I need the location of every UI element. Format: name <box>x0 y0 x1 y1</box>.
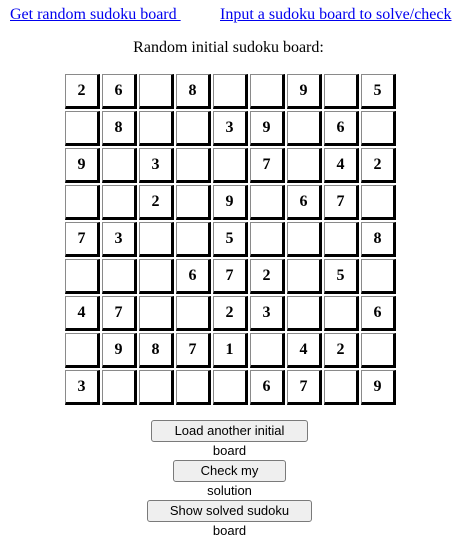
board-cell[interactable]: 3 <box>102 222 137 257</box>
board-cell[interactable] <box>361 333 396 368</box>
board-cell[interactable] <box>324 296 359 331</box>
board-cell[interactable]: 9 <box>65 148 100 183</box>
show-solved-board-button[interactable]: Show solved sudoku board <box>147 500 312 538</box>
board-cell[interactable] <box>139 74 174 109</box>
board-cell[interactable] <box>139 370 174 405</box>
board-cell[interactable]: 3 <box>139 148 174 183</box>
board-cell[interactable] <box>287 296 322 331</box>
board-cell[interactable] <box>176 370 211 405</box>
board-cell[interactable] <box>361 111 396 146</box>
board-cell[interactable]: 2 <box>250 259 285 294</box>
board-cell[interactable]: 8 <box>176 74 211 109</box>
board-cell[interactable] <box>250 333 285 368</box>
board-cell[interactable]: 7 <box>324 185 359 220</box>
board-cell[interactable] <box>65 259 100 294</box>
board-cell[interactable] <box>139 259 174 294</box>
board-cell[interactable] <box>176 222 211 257</box>
board-cell[interactable]: 6 <box>361 296 396 331</box>
check-solution-button[interactable]: Check my solution <box>173 460 286 498</box>
board-cell[interactable]: 9 <box>250 111 285 146</box>
board-cell[interactable]: 2 <box>213 296 248 331</box>
board-cell[interactable]: 4 <box>287 333 322 368</box>
board-cell[interactable]: 9 <box>361 370 396 405</box>
board-cell[interactable] <box>102 259 137 294</box>
board-cell[interactable]: 2 <box>324 333 359 368</box>
input-board-link[interactable]: Input a sudoku board to solve/check <box>220 5 452 24</box>
board-cell[interactable] <box>65 111 100 146</box>
board-caption: Random initial sudoku board: <box>133 39 324 56</box>
board-cell[interactable] <box>139 222 174 257</box>
board-cell[interactable]: 1 <box>213 333 248 368</box>
board-cell[interactable] <box>176 185 211 220</box>
board-row: 2 9 67 <box>65 185 396 220</box>
board-cell[interactable] <box>361 259 396 294</box>
board-cell[interactable] <box>213 370 248 405</box>
board-cell[interactable]: 6 <box>176 259 211 294</box>
board-cell[interactable] <box>139 296 174 331</box>
board-cell[interactable]: 3 <box>65 370 100 405</box>
board-row: 47 23 6 <box>65 296 396 331</box>
board-cell[interactable]: 6 <box>287 185 322 220</box>
board-row: 8 39 6 <box>65 111 396 146</box>
board-cell[interactable] <box>287 111 322 146</box>
board-cell[interactable] <box>65 333 100 368</box>
board-cell[interactable] <box>65 185 100 220</box>
board-cell[interactable]: 8 <box>361 222 396 257</box>
board-cell[interactable]: 5 <box>213 222 248 257</box>
board-cell[interactable]: 8 <box>139 333 174 368</box>
board-cell[interactable]: 2 <box>65 74 100 109</box>
board-cell[interactable] <box>250 74 285 109</box>
board-cell[interactable]: 7 <box>213 259 248 294</box>
board-cell[interactable]: 6 <box>250 370 285 405</box>
board-cell[interactable]: 2 <box>139 185 174 220</box>
board-row: 73 5 8 <box>65 222 396 257</box>
board-cell[interactable]: 7 <box>287 370 322 405</box>
load-another-board-button[interactable]: Load another initial board <box>151 420 308 458</box>
board-row: 9871 42 <box>65 333 396 368</box>
board-cell[interactable] <box>213 74 248 109</box>
board-cell[interactable]: 5 <box>361 74 396 109</box>
board-row: 9 3 7 42 <box>65 148 396 183</box>
board-cell[interactable]: 3 <box>213 111 248 146</box>
board-cell[interactable]: 6 <box>102 74 137 109</box>
board-cell[interactable]: 3 <box>250 296 285 331</box>
board-cell[interactable] <box>324 370 359 405</box>
board-cell[interactable] <box>324 222 359 257</box>
board-cell[interactable] <box>176 296 211 331</box>
board-cell[interactable]: 6 <box>324 111 359 146</box>
board-cell[interactable]: 4 <box>324 148 359 183</box>
board-cell[interactable]: 7 <box>250 148 285 183</box>
board-row: 26 8 9 5 <box>65 74 396 109</box>
board-cell[interactable] <box>176 148 211 183</box>
board-cell[interactable]: 2 <box>361 148 396 183</box>
board-cell[interactable] <box>361 185 396 220</box>
board-cell[interactable] <box>287 148 322 183</box>
board-cell[interactable] <box>102 370 137 405</box>
board-cell[interactable] <box>213 148 248 183</box>
board-cell[interactable] <box>250 185 285 220</box>
sudoku-board: 2689583969374229677358672547236987142367… <box>63 72 398 407</box>
board-cell[interactable]: 9 <box>213 185 248 220</box>
board-cell[interactable]: 8 <box>102 111 137 146</box>
board-cell[interactable]: 4 <box>65 296 100 331</box>
board-cell[interactable] <box>287 259 322 294</box>
board-cell[interactable] <box>176 111 211 146</box>
board-row: 3 67 9 <box>65 370 396 405</box>
board-cell[interactable]: 9 <box>102 333 137 368</box>
board-cell[interactable] <box>102 148 137 183</box>
board-cell[interactable] <box>250 222 285 257</box>
board-cell[interactable]: 5 <box>324 259 359 294</box>
board-cell[interactable] <box>139 111 174 146</box>
board-cell[interactable]: 9 <box>287 74 322 109</box>
board-cell[interactable]: 7 <box>65 222 100 257</box>
board-cell[interactable] <box>324 74 359 109</box>
board-cell[interactable]: 7 <box>176 333 211 368</box>
board-cell[interactable] <box>102 185 137 220</box>
get-random-board-link[interactable]: Get random sudoku board <box>10 5 181 24</box>
board-cell[interactable]: 7 <box>102 296 137 331</box>
board-cell[interactable] <box>287 222 322 257</box>
board-row: 672 5 <box>65 259 396 294</box>
